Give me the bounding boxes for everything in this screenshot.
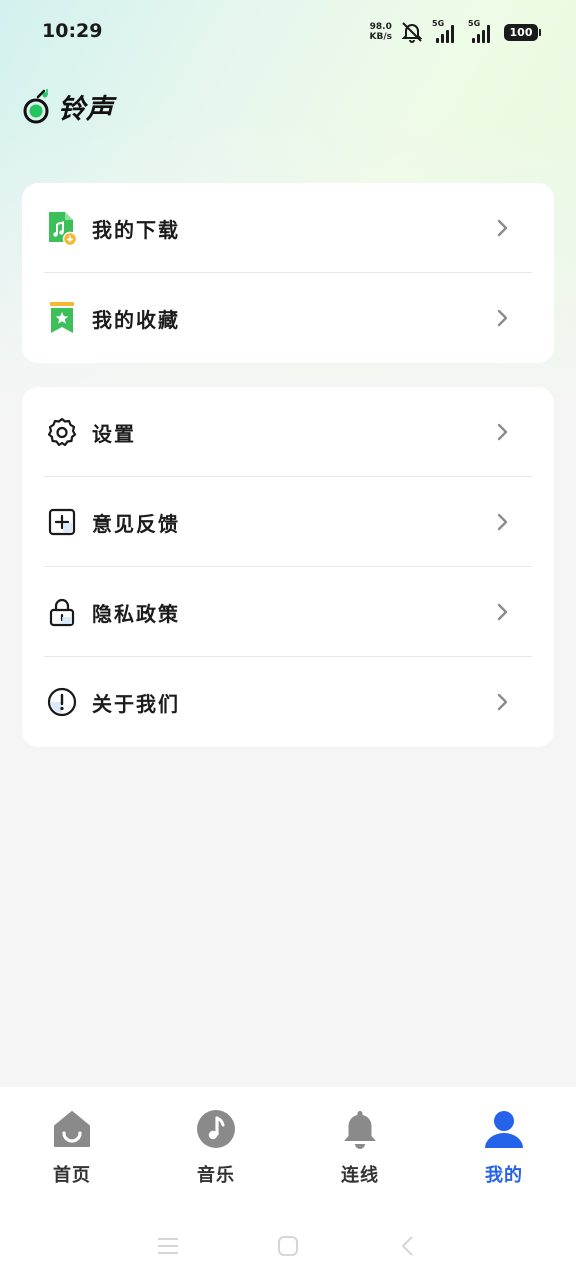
info-circle-icon [46,686,78,718]
menu-item-label: 我的下载 [92,217,180,242]
menu-item-favorites[interactable]: 我的收藏 [22,273,554,363]
menu-item-label: 关于我们 [92,691,180,716]
sim1-network-tag: 5G [432,19,445,28]
network-speed: 98.0 KB/s [370,22,392,42]
menu-item-label: 隐私政策 [92,601,180,626]
lock-icon [46,596,78,628]
menu-item-feedback[interactable]: 意见反馈 [22,477,554,567]
network-speed-unit: KB/s [369,32,392,42]
tab-label: 音乐 [197,1165,235,1186]
battery-level: 100 [509,25,533,39]
menu-card-personal: 我的下载 我的收藏 [22,183,554,363]
system-nav-bar [0,1218,576,1274]
battery-icon: 100 [504,23,541,41]
back-icon[interactable] [396,1234,420,1258]
user-icon [482,1107,526,1151]
app-logo-icon [23,89,49,124]
chevron-right-icon [497,513,508,531]
plus-square-icon [46,506,78,538]
app-title: 铃声 [58,93,114,125]
tab-mine[interactable]: 我的 [432,1087,576,1197]
chevron-right-icon [497,603,508,621]
tab-connect[interactable]: 连线 [288,1087,432,1197]
tab-label: 连线 [341,1165,379,1186]
signal-sim2-icon: 5G [468,19,496,43]
menu-item-privacy[interactable]: 隐私政策 [22,567,554,657]
menu-icon[interactable] [156,1234,180,1258]
tab-music[interactable]: 音乐 [144,1087,288,1197]
status-icons: 98.0 KB/s 5G 5G 100 [370,18,541,46]
home-icon [50,1107,94,1151]
status-bar: 10:29 98.0 KB/s 5G 5G 100 [0,0,576,66]
chevron-right-icon [497,309,508,327]
chevron-right-icon [497,423,508,441]
home-square-icon[interactable] [276,1234,300,1258]
status-time: 10:29 [42,20,103,42]
gear-icon [46,416,78,448]
chevron-right-icon [497,219,508,237]
sim2-network-tag: 5G [468,19,481,28]
signal-sim1-icon: 5G [432,19,460,43]
network-speed-value: 98.0 [369,22,392,32]
bell-muted-icon [401,22,423,43]
tab-label: 我的 [485,1165,523,1186]
tab-home[interactable]: 首页 [0,1087,144,1197]
bookmark-star-icon [46,302,78,334]
menu-item-label: 设置 [92,421,136,446]
music-note-icon [194,1107,238,1151]
app-header: 铃声 [22,86,114,126]
menu-card-general: 设置 意见反馈 隐私政策 关于我们 [22,387,554,747]
menu-item-label: 我的收藏 [92,307,180,332]
menu-item-downloads[interactable]: 我的下载 [22,183,554,273]
menu-item-label: 意见反馈 [92,511,180,536]
menu-item-about[interactable]: 关于我们 [22,657,554,747]
tab-label: 首页 [53,1165,91,1186]
music-file-download-icon [46,212,78,246]
menu-item-settings[interactable]: 设置 [22,387,554,477]
chevron-right-icon [497,693,508,711]
bell-icon [338,1107,382,1151]
